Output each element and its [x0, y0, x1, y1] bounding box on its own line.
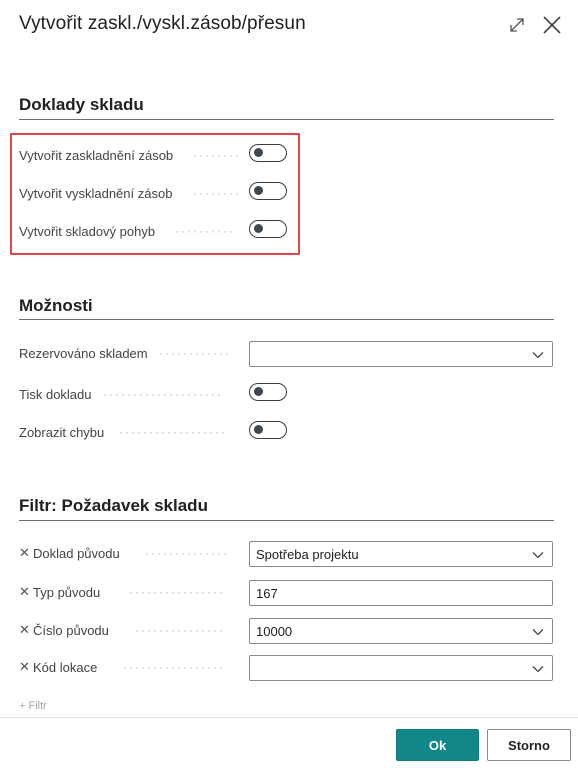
field-label: Vytvořit skladový pohyb	[19, 224, 156, 239]
field-label: Kód lokace	[33, 660, 98, 675]
select-value: Spotřeba projektu	[256, 547, 359, 562]
leader-dots: ········	[193, 186, 241, 200]
field-create-inbound: Vytvořit zaskladnění zásob ········	[19, 143, 554, 169]
field-label: Vytvořit vyskladnění zásob	[19, 186, 173, 201]
section-title-options: Možnosti	[19, 296, 93, 315]
footer-divider	[0, 717, 578, 718]
field-label: Zobrazit chybu	[19, 425, 105, 440]
leader-dots: ··········	[175, 224, 235, 238]
remove-filter-icon[interactable]: ✕	[19, 622, 30, 638]
field-label: Typ původu	[33, 585, 101, 600]
filter-row: ✕ Typ původu ················ 167	[19, 580, 554, 606]
section-divider	[19, 520, 554, 521]
leader-dots: ········	[193, 148, 241, 162]
source-document-select[interactable]: Spotřeba projektu	[249, 541, 553, 567]
leader-dots: ···············	[135, 623, 225, 637]
dialog: Vytvořit zaskl./vyskl.zásob/přesun Dokla…	[0, 0, 578, 771]
leader-dots: ·················	[123, 660, 225, 674]
cancel-button[interactable]: Storno	[487, 729, 571, 761]
chevron-down-icon	[531, 548, 545, 562]
chevron-down-icon	[531, 348, 545, 362]
chevron-down-icon	[531, 625, 545, 639]
remove-filter-icon[interactable]: ✕	[19, 584, 30, 600]
section-divider	[19, 119, 554, 120]
expand-icon[interactable]	[506, 14, 528, 36]
input-value: 167	[256, 586, 278, 601]
filter-row: ✕ Doklad původu ·············· Spotřeba …	[19, 541, 554, 567]
remove-filter-icon[interactable]: ✕	[19, 545, 30, 561]
chevron-down-icon	[531, 662, 545, 676]
source-type-input[interactable]: 167	[249, 580, 553, 606]
toggle-knob	[254, 186, 263, 195]
leader-dots: ····················	[103, 387, 223, 401]
toggle-create-movement[interactable]	[249, 220, 287, 238]
toggle-knob	[254, 387, 263, 396]
field-create-outbound: Vytvořit vyskladnění zásob ········	[19, 181, 554, 207]
leader-dots: ··············	[145, 546, 229, 560]
toggle-create-inbound[interactable]	[249, 144, 287, 162]
section-title-filter: Filtr: Požadavek skladu	[19, 496, 208, 515]
leader-dots: ············	[159, 346, 231, 360]
filter-row: ✕ Kód lokace ·················	[19, 655, 554, 681]
toggle-print[interactable]	[249, 383, 287, 401]
toggle-knob	[254, 224, 263, 233]
field-label: Tisk dokladu	[19, 387, 92, 402]
field-create-movement: Vytvořit skladový pohyb ··········	[19, 219, 554, 245]
toggle-show-error[interactable]	[249, 421, 287, 439]
close-icon[interactable]	[541, 14, 563, 36]
add-filter-link[interactable]: + Filtr	[19, 700, 79, 716]
field-reserved: Rezervováno skladem ············	[19, 341, 554, 367]
field-label: Číslo původu	[33, 623, 109, 638]
ok-button[interactable]: Ok	[396, 729, 479, 761]
leader-dots: ················	[129, 585, 225, 599]
toggle-knob	[254, 425, 263, 434]
field-label: Doklad původu	[33, 546, 120, 561]
filter-row: ✕ Číslo původu ··············· 10000	[19, 618, 554, 644]
field-label: Vytvořit zaskladnění zásob	[19, 148, 174, 163]
source-number-select[interactable]: 10000	[249, 618, 553, 644]
field-print: Tisk dokladu ····················	[19, 382, 554, 408]
select-value: 10000	[256, 624, 293, 639]
dialog-title: Vytvořit zaskl./vyskl.zásob/přesun	[19, 13, 306, 34]
toggle-create-outbound[interactable]	[249, 182, 287, 200]
section-divider	[19, 319, 554, 320]
remove-filter-icon[interactable]: ✕	[19, 659, 30, 675]
field-label: Rezervováno skladem	[19, 346, 148, 361]
section-title-documents: Doklady skladu	[19, 95, 144, 114]
field-show-error: Zobrazit chybu ··················	[19, 420, 554, 446]
leader-dots: ··················	[119, 425, 227, 439]
location-code-select[interactable]	[249, 655, 553, 681]
reserved-select[interactable]	[249, 341, 553, 367]
toggle-knob	[254, 148, 263, 157]
